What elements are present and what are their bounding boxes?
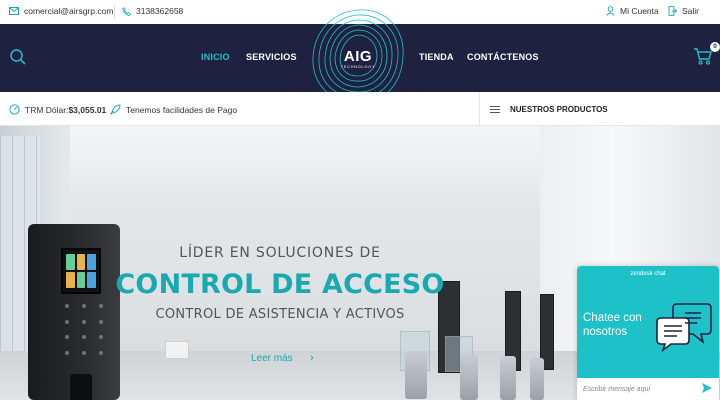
chat-bubbles-icon: [656, 303, 712, 352]
speedometer-icon: [9, 104, 20, 115]
fingerprint-sensor: [70, 374, 92, 400]
laptop: [165, 341, 189, 359]
contact-email-text: comercial@airsgrp.com: [24, 6, 114, 16]
turnstile: [460, 354, 478, 400]
my-account-label: Mi Cuenta: [620, 6, 659, 16]
hero-heading-line3: CONTROL DE ASISTENCIA Y ACTIVOS: [155, 307, 405, 322]
rocket-icon: [110, 104, 121, 115]
logo-subtitle: TECHNOLOGY: [340, 65, 376, 69]
turnstile: [500, 356, 516, 400]
nav-tienda[interactable]: TIENDA: [419, 52, 454, 62]
payment-text: Tenemos facilidades de Pago: [126, 104, 238, 115]
nav-inicio[interactable]: INICIO: [201, 52, 230, 62]
user-icon: [606, 6, 615, 16]
hero-heading-main: CONTROL DE ACCESO: [115, 269, 445, 300]
my-account-link[interactable]: Mi Cuenta: [606, 6, 659, 16]
logout-link[interactable]: Salir: [668, 6, 699, 16]
chat-brand: zendesk chat: [630, 271, 666, 277]
contact-email[interactable]: comercial@airsgrp.com: [9, 6, 113, 16]
chat-message: Chatee con nosotros: [583, 312, 642, 338]
payment-info: Tenemos facilidades de Pago: [110, 104, 237, 115]
trm-label: TRM Dólar:: [25, 104, 69, 115]
nav-servicios[interactable]: SERVICIOS: [246, 52, 297, 62]
search-icon[interactable]: [9, 48, 27, 66]
mail-icon: [9, 7, 19, 15]
cart-count-badge: 0: [710, 42, 720, 52]
chat-message-input[interactable]: Escribir mensaje aquí: [577, 378, 719, 400]
phone-icon: [122, 6, 131, 16]
contact-phone[interactable]: 3138362658: [122, 6, 183, 16]
trm-value: $3,055.01: [68, 104, 107, 115]
products-menu-button[interactable]: NUESTROS PRODUCTOS: [479, 92, 720, 126]
logo-text: AIG: [343, 48, 373, 65]
chat-widget[interactable]: zendesk chat Chatee con nosotros Escribi…: [577, 266, 719, 400]
nav-contactenos[interactable]: CONTÁCTENOS: [467, 52, 539, 62]
products-menu-label: NUESTROS PRODUCTOS: [510, 104, 608, 114]
info-bar: TRM Dólar:$3,055.01 Tenemos facilidades …: [0, 92, 720, 126]
logout-label: Salir: [682, 6, 700, 16]
logout-icon: [668, 6, 677, 16]
contact-phone-text: 3138362658: [136, 6, 184, 16]
send-icon[interactable]: [701, 382, 713, 394]
read-more-link[interactable]: Leer más: [251, 353, 293, 364]
chevron-right-icon[interactable]: ›: [310, 352, 314, 364]
topbar-divider: [114, 5, 115, 19]
hamburger-icon: [490, 105, 500, 113]
hero-heading-line1: LÍDER EN SOLUCIONES DE: [179, 245, 381, 261]
chat-header: zendesk chat Chatee con nosotros: [577, 266, 719, 378]
turnstile: [530, 358, 544, 400]
trm-rate: TRM Dólar:$3,055.01: [9, 104, 106, 115]
turnstile: [405, 351, 427, 399]
